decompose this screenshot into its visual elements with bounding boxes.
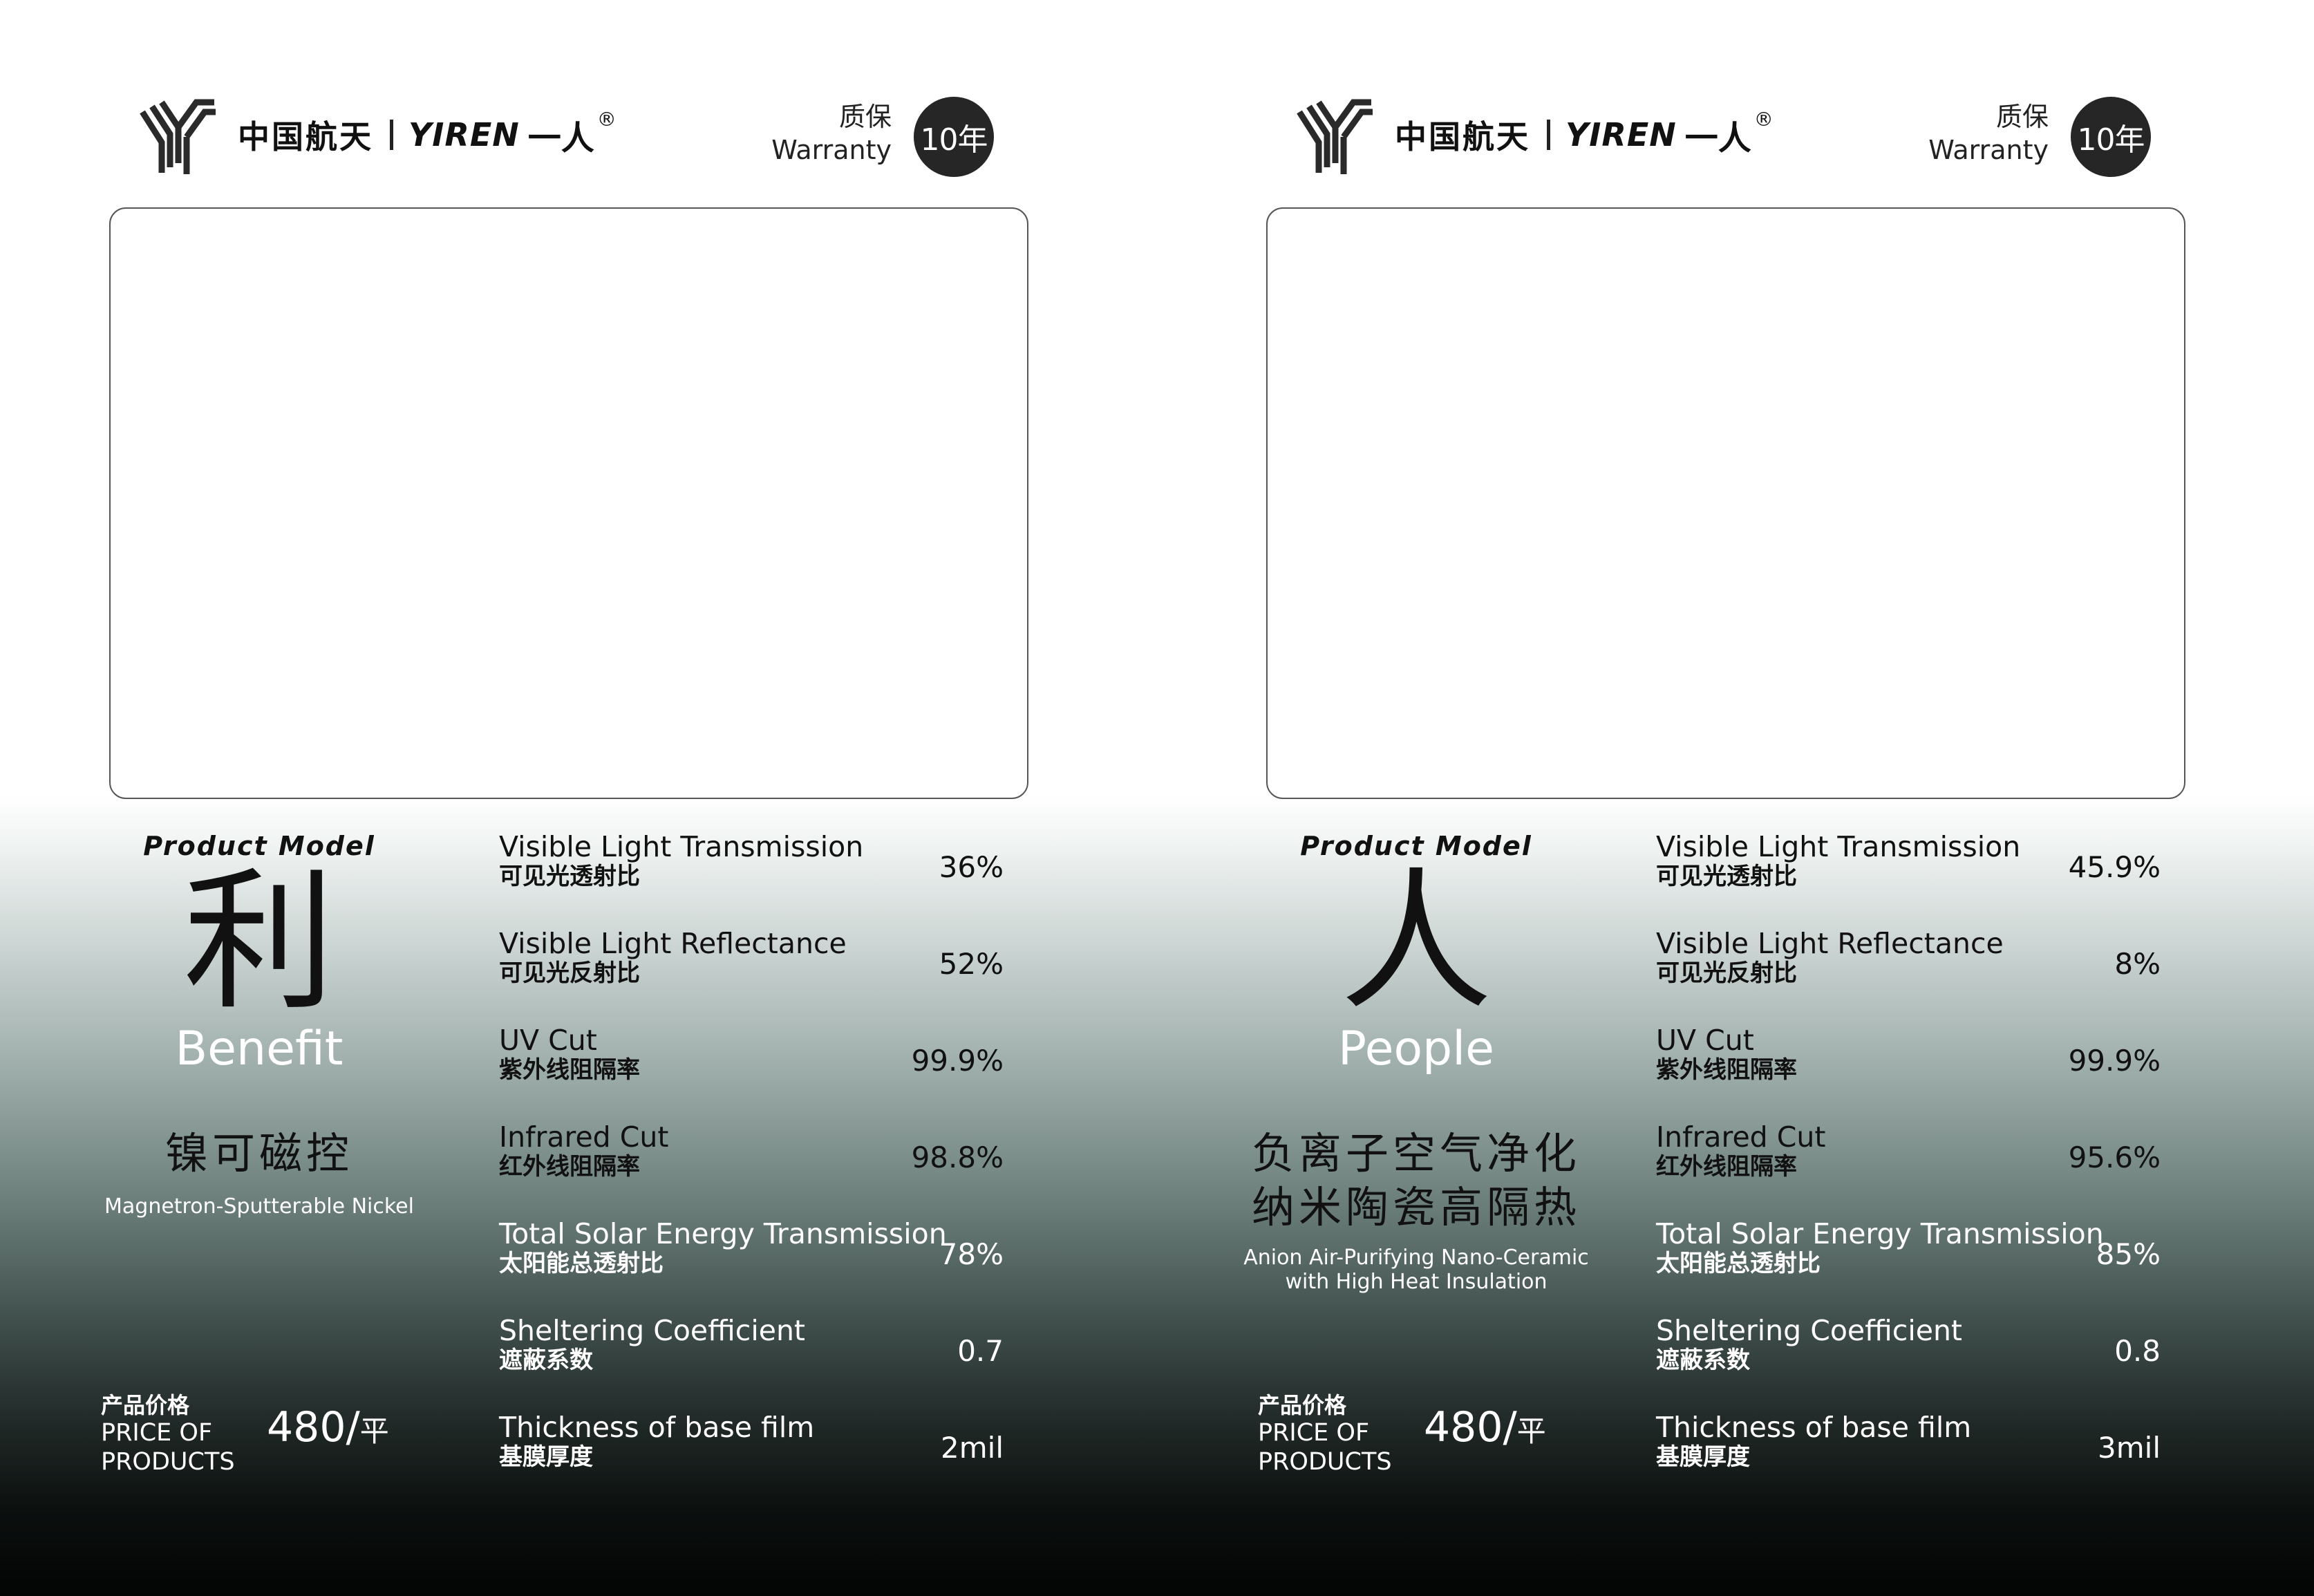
spec-row-sheltering-coefficient: Sheltering Coefficient 遮蔽系数 0.8	[1656, 1314, 2161, 1411]
spec-label-cn: 遮蔽系数	[499, 1346, 593, 1375]
spec-row-uv-cut: UV Cut 紫外线阻隔率 99.9%	[499, 1024, 1004, 1121]
spec-value: 85%	[2096, 1237, 2161, 1271]
model-name-en: People	[1338, 1022, 1494, 1076]
model-description-cn: 镍可磁控	[0, 1127, 518, 1181]
price-label-cn: 产品价格	[1258, 1392, 1347, 1418]
price-label: 产品价格 PRICE OF PRODUCTS	[101, 1392, 235, 1476]
spec-label-en: Visible Light Reflectance	[1656, 927, 2004, 960]
spec-row-infrared-cut: Infrared Cut 红外线阻隔率 98.8%	[499, 1120, 1004, 1218]
model-description-cn-line: 负离子空气净化	[1251, 1128, 1581, 1179]
spec-label-en: Sheltering Coefficient	[1656, 1314, 1963, 1347]
brand-separator	[1547, 120, 1550, 150]
warranty-label: 质保 Warranty	[771, 101, 892, 167]
model-description-cn-line: 镍可磁控	[164, 1128, 353, 1179]
price-amount: 480/	[267, 1403, 360, 1452]
model-character: 人	[1339, 854, 1492, 1031]
spec-row-thickness-of-base-film: Thickness of base film 基膜厚度 3mil	[1656, 1411, 2161, 1508]
product-card-people: 中国航天 YIREN 一人 ® 质保 Warranty 10年 Product …	[1157, 0, 2314, 1596]
product-image-frame	[1266, 207, 2185, 799]
spec-row-visible-light-transmission: Visible Light Transmission 可见光透射比 36%	[499, 830, 1004, 928]
spec-row-thickness-of-base-film: Thickness of base film 基膜厚度 2mil	[499, 1411, 1004, 1508]
spec-row-visible-light-reflectance: Visible Light Reflectance 可见光反射比 52%	[499, 927, 1004, 1024]
spec-list: Visible Light Transmission 可见光透射比 45.9% …	[1656, 830, 2161, 1508]
spec-value: 8%	[2114, 947, 2161, 981]
spec-label-en: Total Solar Energy Transmission	[1656, 1217, 2104, 1250]
price-label-en-line1: PRICE OF	[1258, 1419, 1370, 1447]
brand-name-cn2: 一人	[1684, 119, 1751, 158]
warranty-label: 质保 Warranty	[1928, 101, 2049, 167]
spec-value: 99.9%	[911, 1044, 1004, 1078]
spec-value: 3mil	[2098, 1431, 2161, 1465]
spec-value: 36%	[939, 850, 1004, 884]
model-description-en: Magnetron-Sputterable Nickel	[104, 1194, 414, 1219]
spec-label-cn: 遮蔽系数	[1656, 1346, 1750, 1375]
spec-value: 99.9%	[2068, 1044, 2161, 1078]
spec-label-cn: 太阳能总透射比	[499, 1250, 664, 1278]
spec-row-uv-cut: UV Cut 紫外线阻隔率 99.9%	[1656, 1024, 2161, 1121]
spec-row-visible-light-transmission: Visible Light Transmission 可见光透射比 45.9%	[1656, 830, 2161, 928]
spec-row-total-solar-energy-transmission: Total Solar Energy Transmission 太阳能总透射比 …	[499, 1217, 1004, 1315]
spec-row-total-solar-energy-transmission: Total Solar Energy Transmission 太阳能总透射比 …	[1656, 1217, 2161, 1315]
warranty-label-en: Warranty	[1928, 134, 2049, 165]
warranty-badge: 10年	[914, 97, 994, 177]
spec-value: 0.7	[957, 1334, 1004, 1368]
spec-row-infrared-cut: Infrared Cut 红外线阻隔率 95.6%	[1656, 1120, 2161, 1218]
spec-label-en: Thickness of base film	[1656, 1411, 1972, 1444]
price-amount: 480/	[1424, 1403, 1517, 1452]
spec-label-cn: 可见光反射比	[1656, 959, 1797, 988]
brand-name-cn2: 一人	[527, 119, 594, 158]
spec-value: 52%	[939, 947, 1004, 981]
brand-name-en: YIREN	[408, 116, 520, 153]
spec-value: 98.8%	[911, 1140, 1004, 1174]
yiren-logo-icon	[140, 99, 216, 174]
spec-label-cn: 可见光反射比	[499, 959, 640, 988]
price-unit: 平	[359, 1414, 389, 1448]
product-card-benefit: 中国航天 YIREN 一人 ® 质保 Warranty 10年 Product …	[0, 0, 1157, 1596]
price-unit: 平	[1516, 1414, 1546, 1448]
model-description-cn-line: 纳米陶瓷高隔热	[1251, 1181, 1581, 1232]
spec-row-sheltering-coefficient: Sheltering Coefficient 遮蔽系数 0.7	[499, 1314, 1004, 1411]
warranty-label-cn: 质保	[1995, 102, 2049, 132]
spec-label-en: Visible Light Reflectance	[499, 927, 847, 960]
brand-name-en: YIREN	[1565, 116, 1677, 153]
warranty-label-cn: 质保	[838, 102, 892, 132]
price-label-en-line1: PRICE OF	[101, 1419, 213, 1447]
spec-row-visible-light-reflectance: Visible Light Reflectance 可见光反射比 8%	[1656, 927, 2161, 1024]
price-label-en-line2: PRODUCTS	[101, 1448, 235, 1476]
spec-label-en: Visible Light Transmission	[499, 830, 864, 863]
price-label: 产品价格 PRICE OF PRODUCTS	[1258, 1392, 1392, 1476]
price-value: 480/平	[1424, 1403, 1546, 1452]
price-value: 480/平	[267, 1403, 389, 1452]
brand-wordmark: 中国航天 YIREN 一人 ®	[238, 108, 617, 159]
brand-wordmark: 中国航天 YIREN 一人 ®	[1395, 108, 1774, 159]
spec-label-cn: 可见光透射比	[499, 863, 640, 891]
warranty-label-en: Warranty	[771, 134, 892, 165]
spec-label-cn: 基膜厚度	[1656, 1443, 1750, 1472]
spec-value: 45.9%	[2068, 850, 2161, 884]
warranty-badge: 10年	[2071, 97, 2151, 177]
price-label-en-line2: PRODUCTS	[1258, 1448, 1392, 1476]
spec-value: 0.8	[2114, 1334, 2161, 1368]
model-description-cn: 负离子空气净化 纳米陶瓷高隔热	[1157, 1127, 1675, 1234]
spec-label-en: Total Solar Energy Transmission	[499, 1217, 947, 1250]
yiren-logo-icon	[1297, 99, 1373, 174]
spec-label-en: Thickness of base film	[499, 1411, 815, 1444]
spec-value: 78%	[939, 1237, 1004, 1271]
spec-label-en: Sheltering Coefficient	[499, 1314, 806, 1347]
brand-name-cn: 中国航天	[1395, 118, 1530, 156]
model-character: 利	[182, 854, 335, 1031]
spec-value: 95.6%	[2068, 1140, 2161, 1174]
price-label-cn: 产品价格	[101, 1392, 190, 1418]
model-description-en: Anion Air-Purifying Nano-Ceramic with Hi…	[1243, 1246, 1589, 1295]
brand-separator	[390, 120, 393, 150]
spec-value: 2mil	[941, 1431, 1004, 1465]
spec-list: Visible Light Transmission 可见光透射比 36% Vi…	[499, 830, 1004, 1508]
registered-mark: ®	[1753, 108, 1774, 131]
spec-label-cn: 太阳能总透射比	[1656, 1250, 1821, 1278]
brand-name-cn: 中国航天	[238, 118, 373, 156]
product-image-frame	[109, 207, 1028, 799]
spec-label-cn: 基膜厚度	[499, 1443, 593, 1472]
model-name-en: Benefit	[175, 1022, 344, 1076]
registered-mark: ®	[596, 108, 617, 131]
